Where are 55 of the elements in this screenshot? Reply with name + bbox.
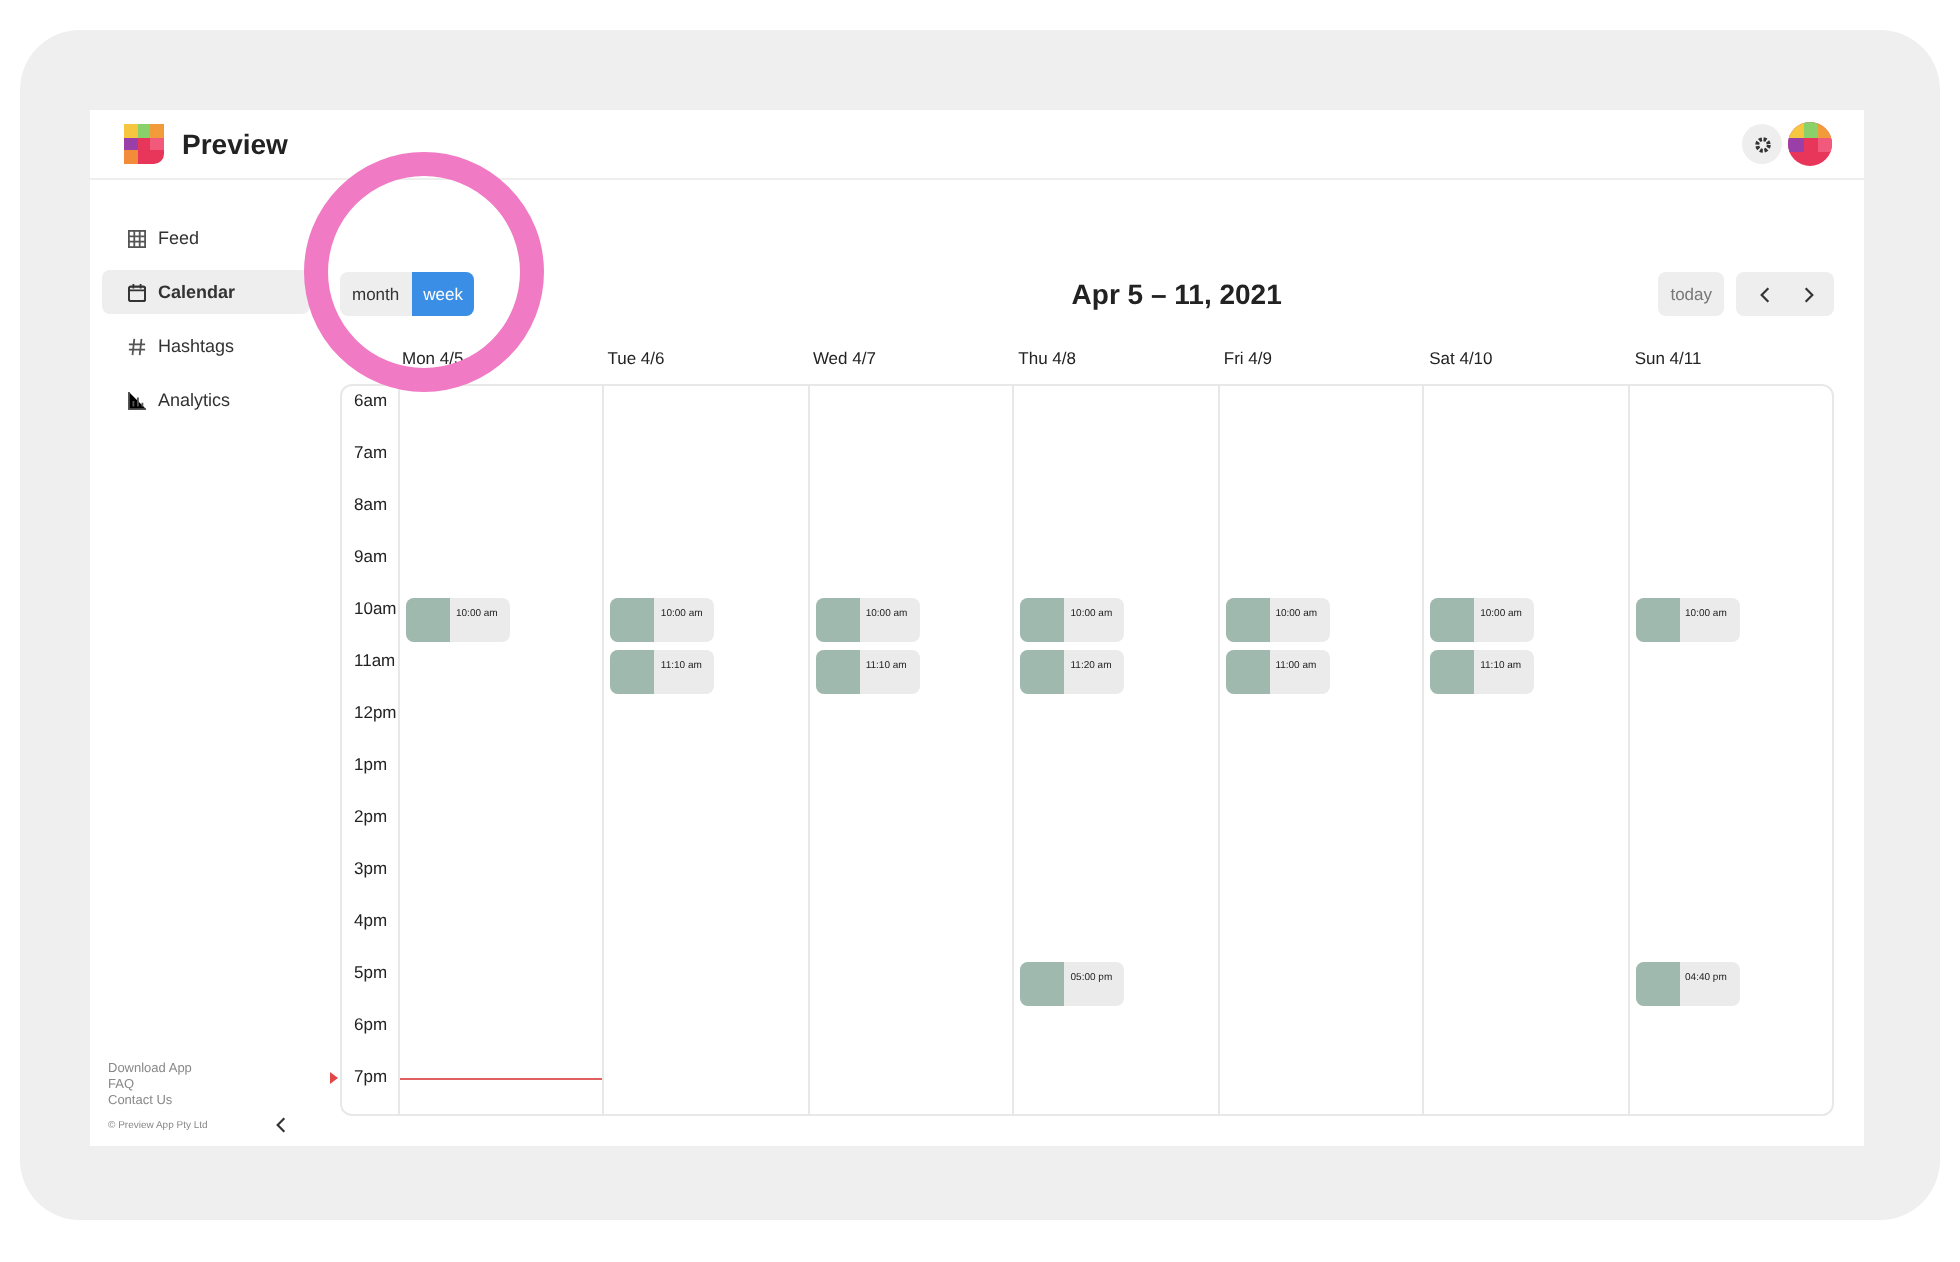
- day-header: Sat 4/10: [1429, 348, 1493, 368]
- hour-label: 9am: [354, 546, 388, 566]
- photo-placeholder: [1020, 650, 1065, 694]
- photo-placeholder: [1635, 962, 1680, 1006]
- photo-placeholder: [1635, 598, 1680, 642]
- photo-placeholder: [1430, 598, 1475, 642]
- settings-button[interactable]: [1742, 124, 1782, 164]
- grid-icon: [128, 229, 146, 247]
- hour-label: 11am: [354, 650, 396, 670]
- calendar-cell[interactable]: [398, 1062, 603, 1114]
- day-header: Fri 4/9: [1223, 348, 1272, 368]
- settings-icon: [1753, 135, 1771, 153]
- hash-icon: [128, 337, 146, 355]
- day-header: Wed 4/7: [812, 348, 876, 368]
- photo-placeholder: [815, 650, 860, 694]
- day-header: Sun 4/11: [1634, 348, 1702, 368]
- day-header: Thu 4/8: [1018, 348, 1076, 368]
- hour-label: 3pm: [354, 858, 388, 878]
- photo-placeholder: [1020, 962, 1065, 1006]
- sidebar-item[interactable]: Calendar: [102, 270, 310, 314]
- photo-placeholder: [1225, 598, 1270, 642]
- calendar-icon: [128, 283, 146, 301]
- next-chevron-icon[interactable]: [1804, 286, 1814, 304]
- sidebar-item[interactable]: Feed: [102, 216, 310, 260]
- photo-placeholder: [610, 598, 655, 642]
- sidebar-item[interactable]: Analytics: [102, 378, 310, 422]
- photo-placeholder: [1020, 598, 1065, 642]
- view-toggle-button[interactable]: month: [340, 272, 412, 316]
- hour-label: 5pm: [354, 962, 388, 982]
- photo-placeholder: [1225, 650, 1270, 694]
- photo-placeholder: [406, 598, 450, 642]
- previous-chevron-icon[interactable]: [1760, 286, 1770, 304]
- hour-label: 7pm: [354, 1066, 388, 1086]
- bar-chart-icon: [128, 391, 146, 409]
- hour-label: 1pm: [354, 754, 388, 774]
- hour-label: 10am: [354, 598, 397, 618]
- collapse-chevron-icon[interactable]: [276, 1116, 286, 1134]
- sidebar-item[interactable]: Hashtags: [102, 324, 310, 368]
- hour-label: 8am: [354, 494, 388, 514]
- hour-label: 7am: [354, 442, 388, 462]
- hour-label: 12pm: [354, 702, 397, 722]
- hour-label: 6pm: [354, 1014, 388, 1034]
- hour-label: 2pm: [354, 806, 388, 826]
- logo-icon: [124, 124, 164, 164]
- current-time-marker-icon: [330, 1072, 338, 1084]
- day-header: Tue 4/6: [607, 348, 665, 368]
- hour-label: 4pm: [354, 910, 388, 930]
- hour-label: 6am: [354, 390, 388, 410]
- photo-placeholder: [610, 650, 655, 694]
- photo-placeholder: [815, 598, 860, 642]
- photo-placeholder: [1430, 650, 1475, 694]
- date-range-title: Apr 5 – 11, 2021: [1071, 278, 1282, 310]
- today-button[interactable]: today: [1658, 272, 1724, 316]
- avatar-icon[interactable]: [1788, 122, 1832, 166]
- app-name: Preview: [182, 128, 288, 160]
